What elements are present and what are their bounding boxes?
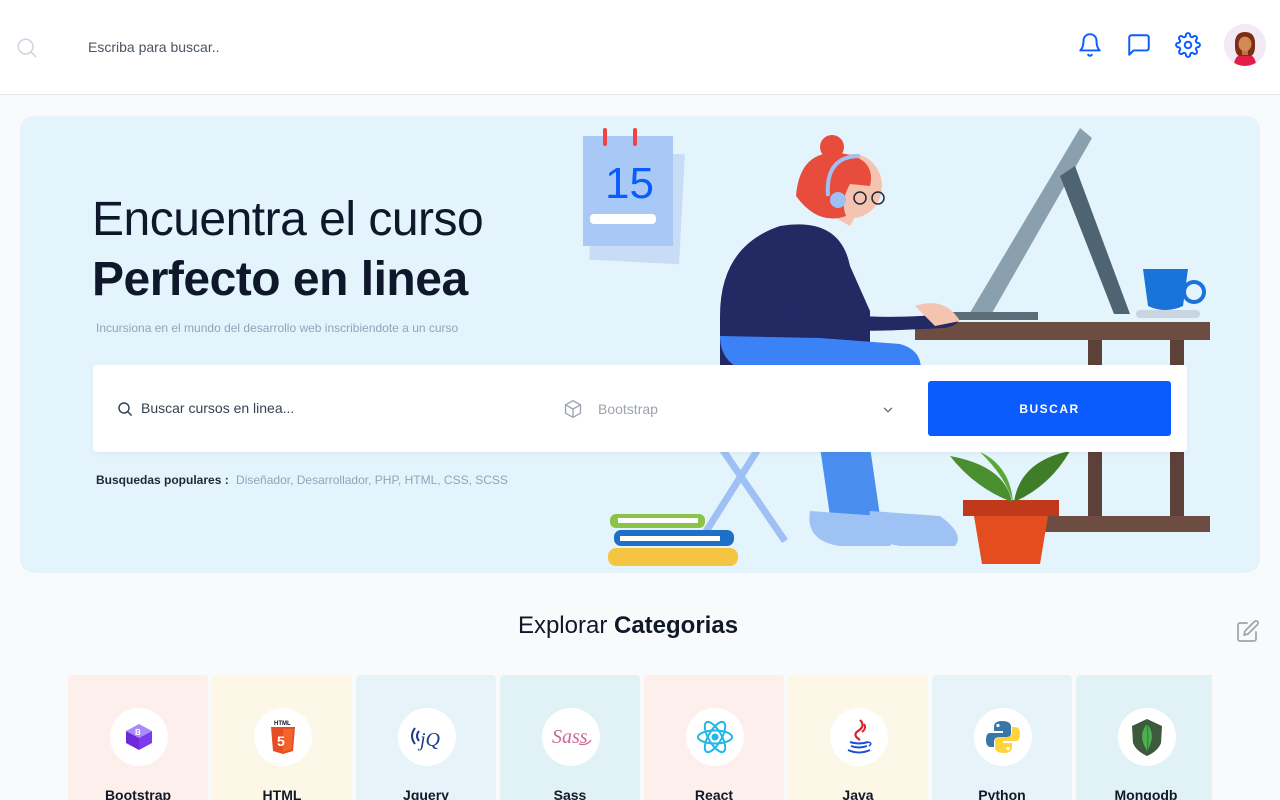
category-card-python[interactable]: Python [932,675,1072,800]
bootstrap-icon: B [126,724,152,750]
svg-text:B: B [135,728,141,737]
bell-icon[interactable] [1077,32,1103,58]
category-card-sass[interactable]: Sass Sass [500,675,640,800]
html5-icon: HTML 5 [271,721,295,754]
search-icon[interactable] [16,37,38,59]
edit-icon[interactable] [1236,619,1260,643]
svg-text:HTML: HTML [274,721,291,727]
popular-searches-label: Busquedas populares : [96,473,229,487]
category-card-bootstrap[interactable]: B Bootstrap [68,675,208,800]
search-button[interactable]: BUSCAR [928,381,1171,436]
user-avatar-icon [1224,24,1266,66]
category-label: React [694,787,734,800]
avatar[interactable] [1224,24,1266,66]
mongodb-icon [1132,719,1162,756]
hero-banner: 15 Encuentra el curso Perfecto en linea … [20,116,1260,573]
course-search-card: Bootstrap BUSCAR [93,365,1187,452]
categories-heading-bold: Categorias [614,612,739,639]
category-label: Sass [553,787,587,800]
category-label: Jquery [403,787,449,800]
svg-text:jQ: jQ [417,729,441,751]
search-icon [118,402,133,417]
svg-text:15: 15 [605,159,654,208]
hero-subtitle: Incursiona en el mundo del desarrollo we… [96,321,459,335]
chevron-down-icon [883,407,893,413]
chat-icon[interactable] [1126,32,1152,58]
categories-heading-light: Explorar [517,612,608,639]
global-search-input[interactable] [78,30,678,64]
calendar-icon: 15 [583,128,685,265]
gear-icon[interactable] [1175,32,1201,58]
category-card-mongodb[interactable]: Mongodb [1076,675,1212,800]
popular-searches-tags[interactable]: Diseñador, Desarrollador, PHP, HTML, CSS… [236,473,508,487]
category-label: Java [842,787,874,800]
popular-searches: Busquedas populares : Diseñador, Desarro… [96,473,508,487]
jquery-icon: jQ [411,727,441,751]
categories-heading: Explorar Categorias [0,612,1256,640]
course-search-input[interactable] [137,393,517,423]
hero-title: Encuentra el curso [92,193,484,246]
hero-illustration: 15 [583,128,1210,566]
categories-list: B Bootstrap HTML 5 HTML jQ Jquery Sass S… [68,675,1212,800]
hero-title-emphasis: Perfecto en linea [92,253,468,306]
category-card-react[interactable]: React [644,675,784,800]
category-card-java[interactable]: Java [788,675,928,800]
python-icon [986,721,1020,753]
sass-icon: Sass [552,726,592,748]
java-icon [847,719,872,754]
cube-icon [564,400,582,418]
category-select[interactable]: Bootstrap [563,393,903,425]
top-bar [0,0,1280,95]
category-select-value: Bootstrap [598,401,658,417]
category-card-html[interactable]: HTML 5 HTML [212,675,352,800]
category-card-jquery[interactable]: jQ Jquery [356,675,496,800]
svg-text:5: 5 [277,733,285,749]
category-label: Python [978,787,1026,800]
react-icon [697,720,733,754]
category-label: Mongodb [1114,787,1178,800]
category-label: Bootstrap [104,787,172,800]
category-label: HTML [262,787,302,800]
